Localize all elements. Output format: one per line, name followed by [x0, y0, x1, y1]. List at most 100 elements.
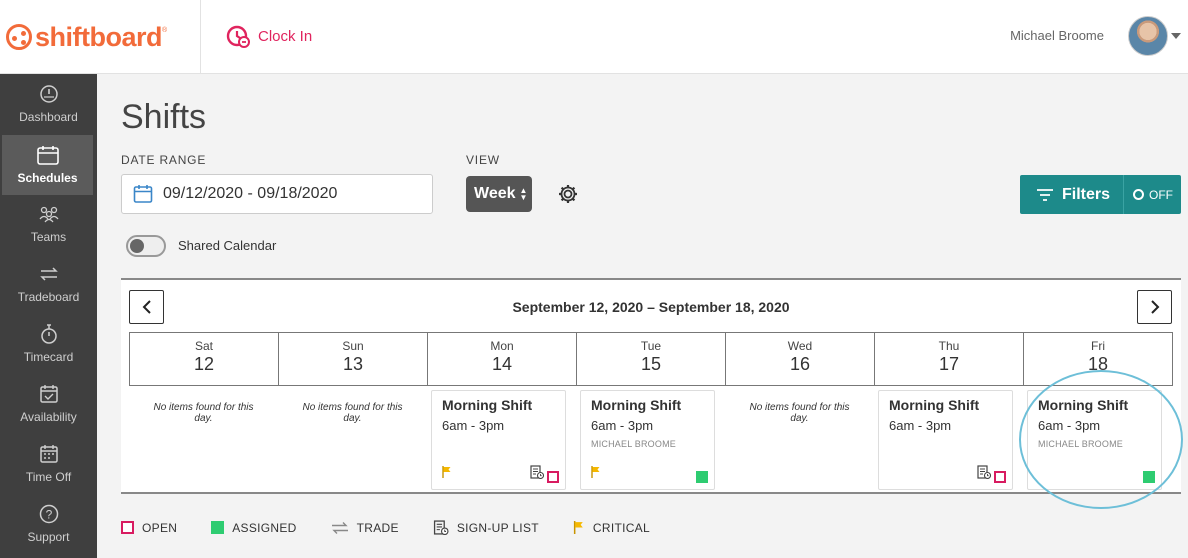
trade-icon: [39, 264, 59, 284]
sidebar-item-dashboard[interactable]: Dashboard: [0, 74, 97, 134]
time-off-icon: [39, 444, 59, 464]
user-name[interactable]: Michael Broome: [1010, 28, 1104, 43]
shift-name: Morning Shift: [442, 397, 533, 413]
assigned-legend-swatch: [211, 521, 225, 534]
select-arrows-icon: ▲ ▼: [519, 186, 528, 202]
assigned-status-indicator: [1143, 471, 1155, 483]
legend-open: OPEN: [121, 521, 177, 535]
availability-icon: [39, 384, 59, 404]
day-of-week: Tue: [640, 339, 662, 353]
filters-state-toggle[interactable]: OFF: [1123, 175, 1181, 214]
legend-label: ASSIGNED: [232, 520, 297, 535]
shift-card[interactable]: Morning Shift 6am - 3pm: [431, 390, 566, 490]
stopwatch-icon: [40, 324, 58, 344]
day-number: 15: [640, 354, 662, 374]
clock-in-button[interactable]: Clock In: [226, 24, 312, 48]
legend: OPEN ASSIGNED TRADE SIGN-UP LIST CRITICA…: [121, 520, 684, 535]
legend-trade: TRADE: [331, 521, 399, 535]
shared-calendar-toggle[interactable]: [126, 235, 166, 257]
day-cell-mon: Morning Shift 6am - 3pm: [427, 388, 576, 492]
toggle-knob: [130, 239, 144, 253]
logo-mark-icon: [6, 24, 32, 50]
sidebar-item-label: Schedules: [17, 171, 78, 185]
day-of-week: Sun: [342, 339, 364, 353]
legend-signup: SIGN-UP LIST: [433, 520, 539, 535]
sidebar-item-label: Timecard: [23, 350, 74, 364]
shift-card[interactable]: Morning Shift 6am - 3pm MICHAEL BROOME: [580, 390, 715, 490]
view-label: VIEW: [466, 153, 500, 167]
sidebar-item-tradeboard[interactable]: Tradeboard: [0, 254, 97, 314]
sidebar-item-teams[interactable]: Teams: [0, 194, 97, 254]
help-icon: ?: [39, 504, 59, 524]
view-select[interactable]: Week ▲ ▼: [466, 176, 532, 212]
sidebar-item-availability[interactable]: Availability: [0, 374, 97, 434]
shiftboard-logo[interactable]: shiftboard ®: [0, 0, 201, 74]
day-cell-thu: Morning Shift 6am - 3pm: [874, 388, 1023, 492]
open-status-indicator: [547, 471, 559, 483]
sidebar: Dashboard Schedules Teams Tradeboard Tim…: [0, 74, 97, 558]
legend-label: SIGN-UP LIST: [456, 520, 539, 535]
day-of-week: Mon: [490, 339, 514, 353]
sidebar-item-label: Support: [27, 530, 70, 544]
shared-calendar-label: Shared Calendar: [178, 238, 277, 253]
open-status-indicator: [994, 471, 1006, 483]
day-number: 14: [491, 354, 513, 374]
assigned-status-indicator: [696, 471, 708, 483]
shift-assignee: MICHAEL BROOME: [1038, 439, 1123, 449]
day-number: 13: [342, 354, 364, 374]
calendar-icon: [133, 185, 153, 203]
shift-name: Morning Shift: [591, 397, 682, 413]
legend-label: CRITICAL: [592, 520, 650, 535]
sidebar-item-schedules[interactable]: Schedules: [2, 135, 93, 195]
legend-assigned: ASSIGNED: [211, 521, 296, 535]
gear-icon[interactable]: [557, 183, 579, 210]
filters-main[interactable]: Filters: [1020, 175, 1123, 214]
sidebar-item-label: Time Off: [25, 470, 72, 484]
filters-button[interactable]: Filters OFF: [1020, 175, 1181, 214]
next-week-button[interactable]: [1137, 290, 1172, 324]
sidebar-item-label: Tradeboard: [17, 290, 80, 304]
logo-text: shiftboard: [35, 21, 163, 52]
day-header: Thu 17: [875, 333, 1024, 385]
sidebar-item-label: Dashboard: [19, 110, 78, 124]
critical-flag-icon: [591, 465, 601, 483]
shift-time: 6am - 3pm: [591, 418, 654, 433]
svg-text:?: ?: [45, 508, 52, 522]
open-legend-swatch: [121, 521, 134, 534]
legend-label: TRADE: [356, 520, 399, 535]
day-number: 12: [193, 354, 215, 374]
sidebar-item-label: Availability: [20, 410, 77, 424]
shift-time: 6am - 3pm: [889, 418, 952, 433]
critical-flag-icon: [442, 465, 452, 483]
legend-label: OPEN: [142, 520, 178, 535]
week-calendar: September 12, 2020 – September 18, 2020 …: [121, 278, 1181, 494]
avatar[interactable]: [1128, 16, 1168, 56]
shift-assignee: MICHAEL BROOME: [591, 439, 676, 449]
day-cell-fri: Morning Shift 6am - 3pm MICHAEL BROOME: [1023, 388, 1172, 492]
shift-time: 6am - 3pm: [1038, 418, 1101, 433]
shift-card[interactable]: Morning Shift 6am - 3pm MICHAEL BROOME: [1027, 390, 1162, 490]
day-of-week: Wed: [787, 339, 813, 353]
day-header: Wed 16: [726, 333, 875, 385]
chevron-down-icon[interactable]: [1171, 33, 1181, 39]
day-of-week: Fri: [1091, 339, 1105, 353]
shift-name: Morning Shift: [1038, 397, 1129, 413]
chevron-right-icon: [1150, 300, 1159, 314]
date-range-input[interactable]: 09/12/2020 - 09/18/2020: [121, 174, 433, 214]
shift-card[interactable]: Morning Shift 6am - 3pm: [878, 390, 1013, 490]
day-of-week: Thu: [938, 339, 960, 353]
sidebar-item-timecard[interactable]: Timecard: [0, 314, 97, 374]
clock-in-label: Clock In: [258, 27, 313, 45]
clock-in-icon: [226, 25, 250, 48]
filter-icon: [1037, 188, 1053, 201]
dashboard-icon: [39, 84, 59, 104]
day-cell-sun: No items found for this day.: [278, 388, 427, 492]
sidebar-item-support[interactable]: ? Support: [0, 494, 97, 554]
empty-day-message: No items found for this day.: [302, 402, 403, 424]
trade-icon: [331, 521, 349, 534]
day-header: Fri 18: [1024, 333, 1172, 385]
date-range-label: DATE RANGE: [121, 153, 207, 167]
day-header: Mon 14: [428, 333, 577, 385]
sidebar-item-time-off[interactable]: Time Off: [0, 434, 97, 494]
filters-label: Filters: [1062, 185, 1111, 203]
